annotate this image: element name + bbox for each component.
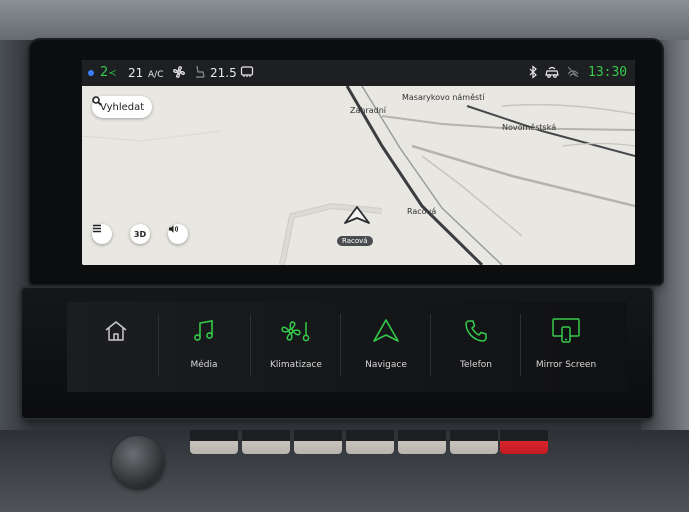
divider (250, 314, 251, 376)
search-label: Vyhledat (100, 101, 145, 113)
menu-button[interactable] (92, 224, 112, 244)
hazard-button[interactable] (500, 430, 548, 454)
map-view[interactable]: Zahradní Masarykovo náměstí Novoměstská … (82, 86, 635, 265)
divider (340, 314, 341, 376)
navigation-button[interactable]: Navigace (342, 302, 430, 392)
fan-level[interactable]: 2≺ (100, 65, 117, 82)
status-bar: 2≺ 21 A/C 21.5 13:30 (82, 60, 635, 86)
mirror-screen-label: Mirror Screen (535, 360, 597, 370)
mirror-screen-button[interactable]: Mirror Screen (522, 302, 610, 392)
ac-label[interactable]: A/C (148, 67, 163, 83)
media-label: Média (190, 360, 218, 370)
search-button[interactable]: Vyhledat (92, 96, 153, 118)
home-icon (105, 321, 127, 341)
navigation-arrow-icon (373, 319, 399, 342)
current-street-label: Racová (337, 236, 373, 246)
phone-button[interactable]: Telefon (432, 302, 520, 392)
infotainment-display: 2≺ 21 A/C 21.5 13:30 Zahradní Masarykovo… (82, 60, 635, 265)
volume-button[interactable] (168, 224, 188, 244)
shortcut-panel: Média Klimatizace Navigace Telefon Mirro… (22, 288, 652, 418)
divider (158, 314, 159, 376)
fan-speed-icon: ≺ (108, 68, 117, 79)
phone-icon (465, 320, 487, 342)
climate-button[interactable]: Klimatizace (252, 302, 340, 392)
phone-label: Telefon (460, 360, 492, 370)
temp-right[interactable]: 21.5 (210, 65, 237, 81)
seat-heat-icon[interactable] (194, 65, 206, 83)
connected-car-icon (544, 65, 560, 83)
home-button[interactable] (72, 302, 160, 392)
hardware-button[interactable] (242, 430, 290, 454)
hardware-button-row (190, 430, 550, 454)
connection-dot-icon (88, 70, 94, 76)
divider (430, 314, 431, 376)
hardware-button[interactable] (346, 430, 394, 454)
search-icon (92, 96, 102, 106)
speaker-icon (169, 225, 178, 233)
music-note-icon (194, 320, 213, 341)
hardware-button[interactable] (398, 430, 446, 454)
clock: 13:30 (588, 65, 628, 80)
climate-label: Klimatizace (270, 360, 322, 370)
car-dashboard: 2≺ 21 A/C 21.5 13:30 Zahradní Masarykovo… (0, 0, 689, 512)
temp-left[interactable]: 21 (128, 65, 143, 81)
volume-knob[interactable] (112, 436, 164, 488)
map-label-racova: Racová (407, 207, 437, 216)
fan-thermometer-icon (281, 321, 310, 342)
bluetooth-icon (528, 65, 538, 83)
signal-off-icon (566, 65, 580, 83)
media-button[interactable]: Média (160, 302, 248, 392)
map-label-masarykovo: Masarykovo náměstí (402, 93, 485, 102)
divider (520, 314, 521, 376)
infotainment-bezel: 2≺ 21 A/C 21.5 13:30 Zahradní Masarykovo… (30, 40, 662, 284)
map-label-novomestska: Novoměstská (502, 123, 557, 132)
3d-view-button[interactable]: 3D (130, 224, 150, 244)
hamburger-menu-icon (93, 224, 101, 233)
navigation-label: Navigace (365, 360, 407, 370)
fan-icon[interactable] (172, 65, 186, 83)
3d-view-label: 3D (133, 229, 147, 239)
rear-defrost-icon[interactable] (240, 65, 254, 83)
map-label-zahradni: Zahradní (350, 106, 387, 115)
temp-right-value: 21.5 (210, 66, 237, 80)
mirror-screen-icon (552, 318, 580, 343)
hardware-button[interactable] (450, 430, 498, 454)
hardware-button[interactable] (190, 430, 238, 454)
hardware-button[interactable] (294, 430, 342, 454)
